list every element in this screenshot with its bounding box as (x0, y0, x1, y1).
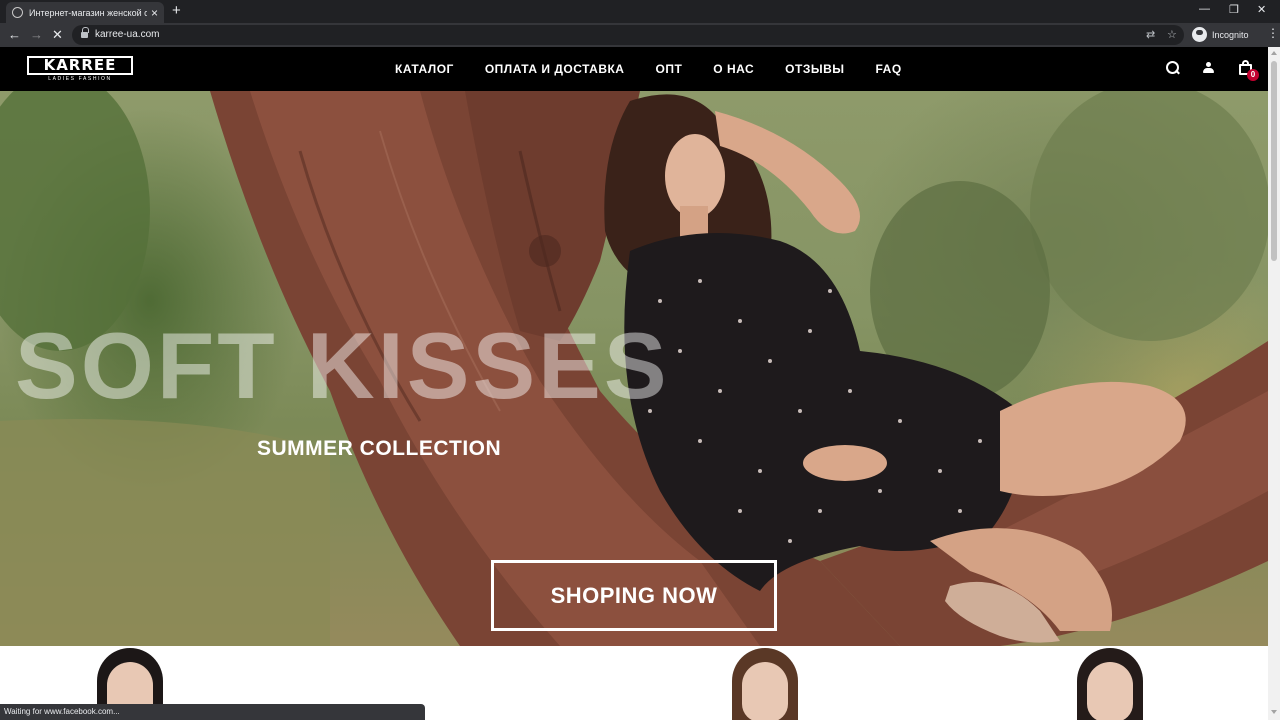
search-icon[interactable] (1166, 61, 1180, 75)
hero-subtitle: SUMMER COLLECTION (257, 437, 502, 460)
scroll-down-icon[interactable] (1271, 710, 1277, 714)
restore-window-button[interactable]: ❐ (1229, 3, 1239, 16)
incognito-icon (1192, 27, 1207, 42)
product-card[interactable] (1065, 648, 1155, 720)
profile-label: Incognito (1212, 29, 1249, 40)
hero-title: SOFT KISSES (15, 313, 670, 418)
nav-payment-delivery[interactable]: ОПЛАТА И ДОСТАВКА (485, 62, 625, 76)
user-icon[interactable] (1203, 61, 1214, 74)
logo-wordmark: KARRÉE (27, 56, 133, 75)
nav-reviews[interactable]: ОТЗЫВЫ (785, 62, 844, 76)
cart-count-badge: 0 (1247, 69, 1259, 81)
nav-wholesale[interactable]: ОПТ (655, 62, 682, 76)
hero-banner: SOFT KISSES SUMMER COLLECTION SHOPING NO… (0, 91, 1268, 646)
lock-icon (81, 27, 89, 39)
back-button[interactable]: ← (8, 27, 21, 43)
scroll-up-icon[interactable] (1271, 51, 1277, 55)
stop-loading-button[interactable]: ✕ (52, 27, 63, 43)
address-bar[interactable]: karree-ua.com ⇄ ☆ (72, 25, 1184, 45)
loading-favicon-icon (12, 7, 23, 18)
shop-now-button[interactable]: SHOPING NOW (491, 560, 777, 631)
nav-catalog[interactable]: КАТАЛОГ (395, 62, 454, 76)
close-window-button[interactable]: ✕ (1257, 3, 1266, 16)
url-text[interactable]: karree-ua.com (95, 29, 159, 40)
nav-faq[interactable]: FAQ (876, 62, 902, 76)
incognito-profile-button[interactable]: Incognito (1192, 27, 1249, 42)
new-tab-button[interactable]: + (172, 3, 181, 19)
browser-tab-strip: Интернет-магазин женской од × + — ❐ ✕ (0, 0, 1280, 23)
page-viewport: KARRÉE LADIES FASHION КАТАЛОГ ОПЛАТА И Д… (0, 47, 1268, 720)
minimize-window-button[interactable]: — (1199, 3, 1210, 15)
main-navigation: КАТАЛОГ ОПЛАТА И ДОСТАВКА ОПТ О НАС ОТЗЫ… (395, 62, 933, 76)
browser-toolbar: ← → ✕ karree-ua.com ⇄ ☆ Incognito ⋮ (0, 23, 1280, 47)
logo-tagline: LADIES FASHION (48, 76, 112, 82)
translate-icon[interactable]: ⇄ (1146, 28, 1155, 41)
tab-title: Интернет-магазин женской од (29, 7, 147, 18)
close-tab-icon[interactable]: × (151, 7, 158, 19)
bookmark-star-icon[interactable]: ☆ (1167, 28, 1177, 41)
forward-button[interactable]: → (30, 27, 43, 43)
nav-about[interactable]: О НАС (713, 62, 754, 76)
site-logo[interactable]: KARRÉE LADIES FASHION (27, 56, 133, 84)
browser-tab[interactable]: Интернет-магазин женской од × (6, 2, 164, 23)
status-bubble: Waiting for www.facebook.com... (0, 704, 425, 720)
site-header: KARRÉE LADIES FASHION КАТАЛОГ ОПЛАТА И Д… (0, 47, 1268, 91)
scrollbar-thumb[interactable] (1271, 61, 1277, 261)
page-scrollbar[interactable] (1268, 47, 1280, 720)
browser-menu-icon[interactable]: ⋮ (1267, 27, 1279, 39)
product-card[interactable] (720, 648, 810, 720)
